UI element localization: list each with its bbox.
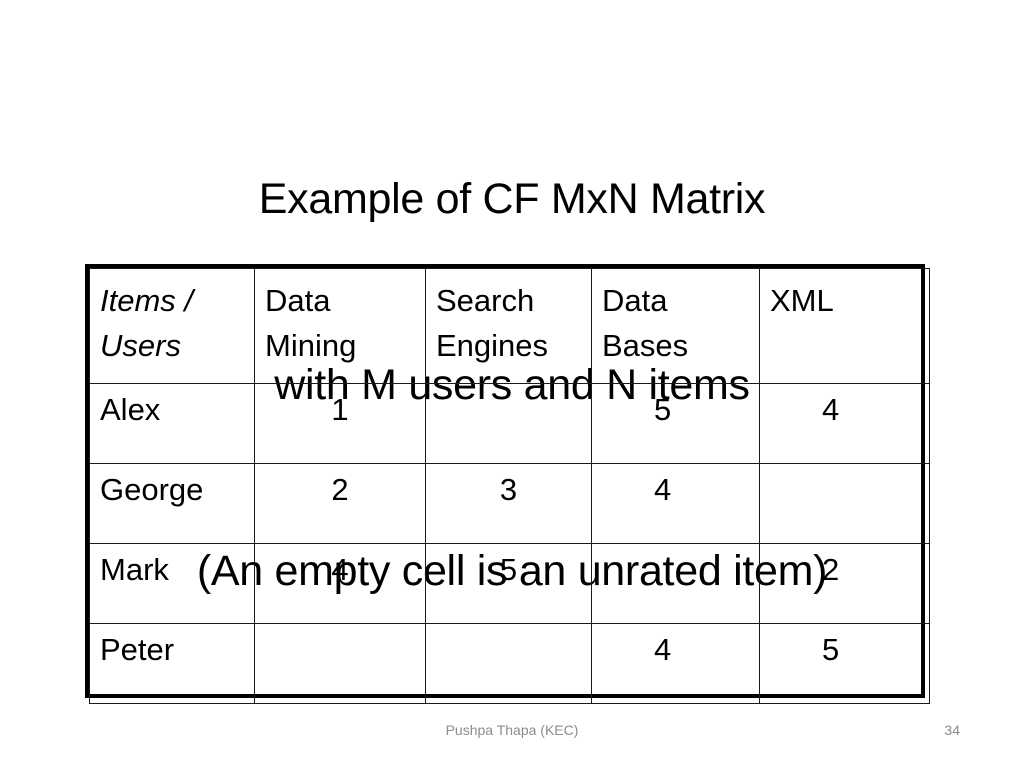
rating-cell: 4 — [254, 543, 426, 624]
user-name-label: Alex — [100, 392, 161, 427]
user-name-label: Peter — [100, 632, 175, 667]
user-name-cell: George — [89, 463, 255, 544]
rating-value: 2 — [331, 472, 349, 507]
rating-value — [427, 625, 591, 630]
rating-cell: 4 — [759, 383, 930, 464]
rating-value: 5 — [499, 552, 518, 587]
rating-cell: 4 — [591, 463, 760, 544]
rating-cell: 5 — [591, 383, 760, 464]
rating-cell — [425, 383, 592, 464]
rating-cell — [254, 623, 426, 704]
rating-value — [427, 385, 591, 390]
rating-cell: 1 — [254, 383, 426, 464]
header-label-data-bases: Data Bases — [602, 283, 689, 363]
table-header-row: Items / Users Data Mining Search Engines… — [89, 268, 930, 384]
rating-value: 1 — [331, 392, 349, 427]
title-line-1: Example of CF MxN Matrix — [258, 175, 766, 223]
user-name-label: George — [100, 472, 204, 507]
user-name-cell: Mark — [89, 543, 255, 624]
table-row: George 2 3 4 — [89, 463, 930, 544]
rating-cell: 5 — [425, 543, 592, 624]
rating-cell — [759, 463, 930, 544]
header-label-xml: XML — [770, 283, 834, 318]
header-label-search-engines: Search Engines — [436, 283, 549, 363]
rating-cell: 2 — [759, 543, 930, 624]
cf-matrix-table-container: Items / Users Data Mining Search Engines… — [85, 264, 930, 704]
user-name-cell: Alex — [89, 383, 255, 464]
rating-value: 3 — [499, 472, 518, 507]
rating-value: 5 — [654, 392, 672, 427]
rating-value: 4 — [822, 392, 840, 427]
rating-cell: 4 — [591, 623, 760, 704]
rating-cell: 5 — [759, 623, 930, 704]
header-cell-xml: XML — [759, 268, 930, 384]
header-cell-data-bases: Data Bases — [591, 268, 760, 384]
rating-cell: 3 — [425, 463, 592, 544]
rating-cell — [425, 623, 592, 704]
table-row: Mark 4 5 2 — [89, 543, 930, 624]
table-row: Alex 1 5 4 — [89, 383, 930, 464]
rating-value: 5 — [822, 632, 840, 667]
footer-author-label: Pushpa Thapa (KEC) — [445, 722, 579, 738]
rating-value: 4 — [654, 632, 672, 667]
footer-page-number: 34 — [944, 722, 960, 738]
header-label-items-users: Items / Users — [100, 283, 194, 363]
header-cell-search-engines: Search Engines — [425, 268, 592, 384]
header-label-data-mining: Data Mining — [265, 283, 357, 363]
table-row: Peter 4 5 — [89, 623, 930, 704]
rating-cell — [591, 543, 760, 624]
cf-matrix-table: Items / Users Data Mining Search Engines… — [89, 268, 930, 704]
header-cell-data-mining: Data Mining — [254, 268, 426, 384]
user-name-cell: Peter — [89, 623, 255, 704]
rating-cell: 2 — [254, 463, 426, 544]
rating-value — [256, 625, 425, 630]
slide-footer: Pushpa Thapa (KEC) 34 — [0, 722, 1024, 744]
header-cell-items-users: Items / Users — [89, 268, 255, 384]
rating-value: 2 — [822, 552, 840, 587]
user-name-label: Mark — [100, 552, 169, 587]
rating-value — [761, 465, 929, 470]
rating-value — [593, 545, 759, 550]
rating-value: 4 — [331, 552, 349, 587]
rating-value: 4 — [654, 472, 672, 507]
